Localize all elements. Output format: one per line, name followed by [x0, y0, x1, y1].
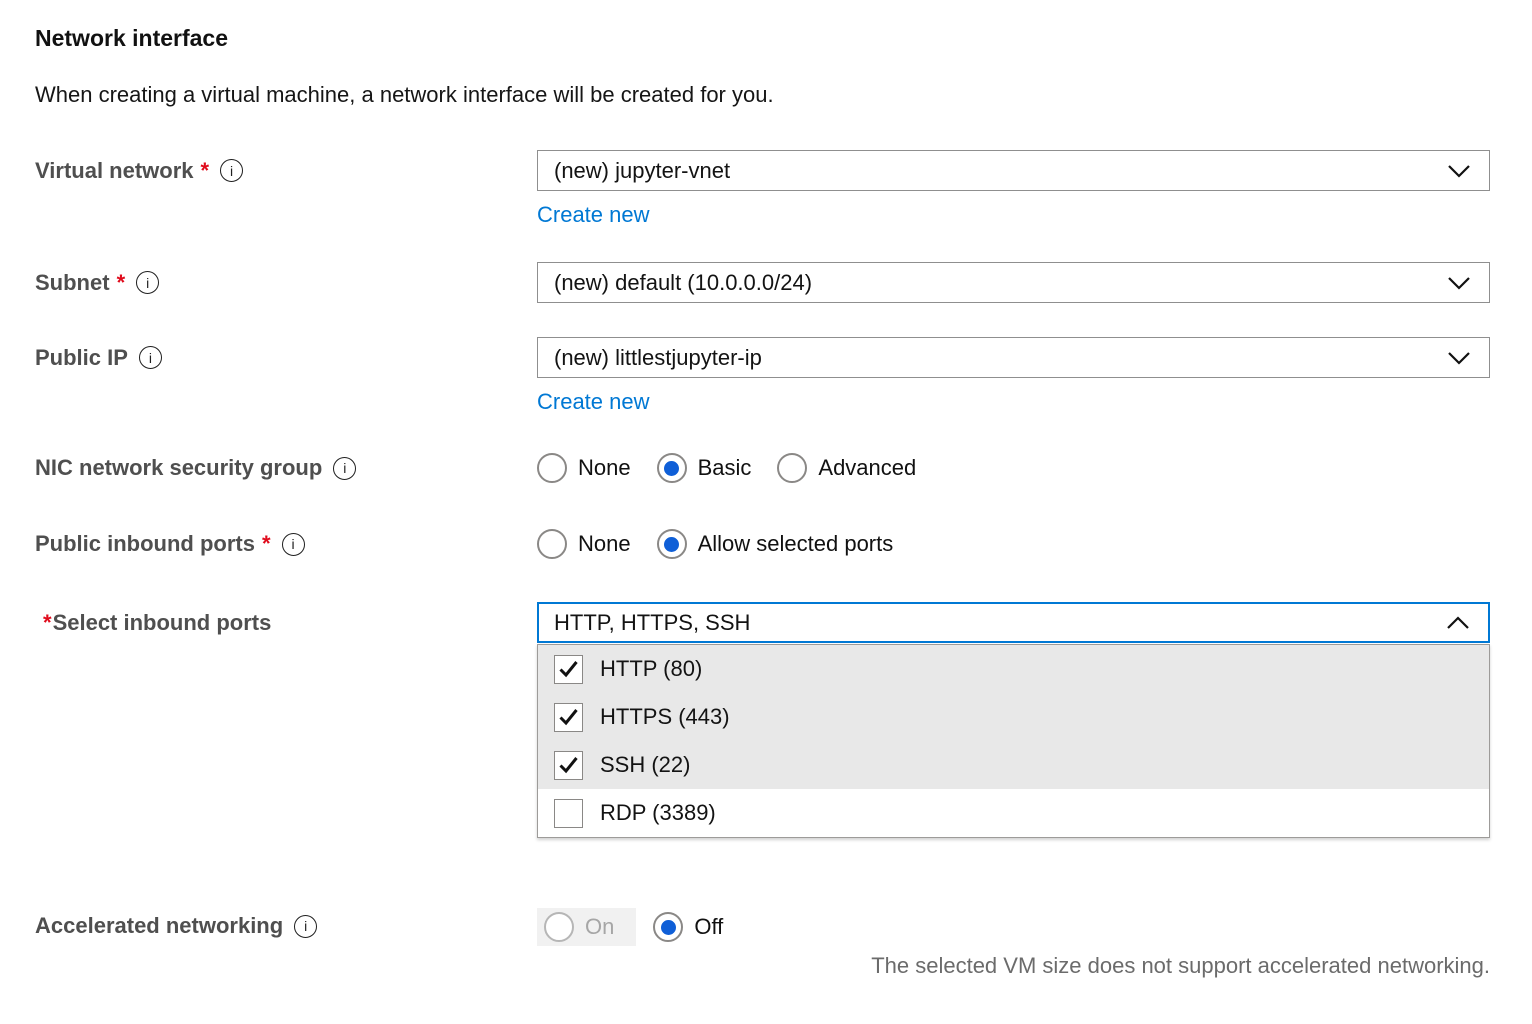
field-row-nic-nsg: NIC network security group i None Basic … — [35, 450, 1490, 486]
chevron-down-icon — [1447, 276, 1471, 290]
public-ip-dropdown[interactable]: (new) littlestjupyter-ip — [537, 337, 1490, 378]
select-inbound-ports-label-group: * Select inbound ports — [35, 602, 537, 643]
section-description: When creating a virtual machine, a netwo… — [35, 82, 1490, 108]
subnet-label-group: Subnet * i — [35, 262, 537, 303]
field-row-virtual-network: Virtual network * i (new) jupyter-vnet C… — [35, 150, 1490, 228]
checkbox-icon[interactable] — [554, 655, 583, 684]
radio-option-none[interactable]: None — [537, 529, 631, 559]
field-row-select-inbound-ports: * Select inbound ports HTTP, HTTPS, SSH … — [35, 602, 1490, 838]
accelerated-networking-label: Accelerated networking — [35, 913, 283, 939]
public-ip-label-group: Public IP i — [35, 337, 537, 378]
radio-option-none[interactable]: None — [537, 453, 631, 483]
field-row-public-ip: Public IP i (new) littlestjupyter-ip Cre… — [35, 337, 1490, 415]
chevron-down-icon — [1447, 164, 1471, 178]
virtual-network-label-group: Virtual network * i — [35, 150, 537, 191]
info-icon[interactable]: i — [220, 159, 243, 182]
required-asterisk: * — [262, 531, 271, 557]
nic-nsg-control: None Basic Advanced — [537, 450, 1490, 486]
checkbox-icon[interactable] — [554, 799, 583, 828]
radio-option-basic[interactable]: Basic — [657, 453, 752, 483]
subnet-value: (new) default (10.0.0.0/24) — [554, 270, 812, 296]
field-row-accelerated-networking: Accelerated networking i On Off The sele… — [35, 908, 1490, 979]
inbound-ports-options-panel: HTTP (80) HTTPS (443) SSH (22) — [537, 644, 1490, 838]
info-icon[interactable]: i — [333, 457, 356, 480]
radio-selected-icon — [657, 453, 687, 483]
radio-option-label: Basic — [698, 455, 752, 481]
public-ip-value: (new) littlestjupyter-ip — [554, 345, 762, 371]
radio-selected-icon — [653, 912, 683, 942]
subnet-label: Subnet — [35, 270, 110, 296]
radio-option-allow-selected-ports[interactable]: Allow selected ports — [657, 529, 894, 559]
chevron-down-icon — [1447, 351, 1471, 365]
radio-option-label: None — [578, 455, 631, 481]
radio-icon — [537, 453, 567, 483]
required-asterisk: * — [201, 158, 210, 184]
public-inbound-ports-radio-group: None Allow selected ports — [537, 526, 1490, 562]
info-icon[interactable]: i — [294, 915, 317, 938]
accelerated-networking-radio-group: On Off — [537, 908, 1490, 946]
field-row-subnet: Subnet * i (new) default (10.0.0.0/24) — [35, 262, 1490, 303]
radio-icon — [537, 529, 567, 559]
nic-nsg-label: NIC network security group — [35, 455, 322, 481]
create-new-public-ip-link[interactable]: Create new — [537, 389, 650, 414]
virtual-network-label: Virtual network — [35, 158, 194, 184]
subnet-control: (new) default (10.0.0.0/24) — [537, 262, 1490, 303]
radio-option-label: Off — [694, 914, 723, 940]
accelerated-networking-label-group: Accelerated networking i — [35, 908, 537, 944]
public-inbound-ports-label: Public inbound ports — [35, 531, 255, 557]
public-ip-control: (new) littlestjupyter-ip Create new — [537, 337, 1490, 415]
radio-option-label: Advanced — [818, 455, 916, 481]
chevron-up-icon — [1446, 616, 1470, 630]
option-label: HTTPS (443) — [600, 704, 730, 730]
required-asterisk: * — [117, 270, 126, 296]
option-label: RDP (3389) — [600, 800, 716, 826]
select-inbound-ports-control: HTTP, HTTPS, SSH HTTP (80) HTTPS (443) — [537, 602, 1490, 838]
public-ip-label: Public IP — [35, 345, 128, 371]
accelerated-networking-note: The selected VM size does not support ac… — [537, 953, 1490, 979]
option-label: SSH (22) — [600, 752, 690, 778]
accelerated-networking-control: On Off The selected VM size does not sup… — [537, 908, 1490, 979]
nic-nsg-radio-group: None Basic Advanced — [537, 450, 1490, 486]
page-title: Network interface — [35, 24, 1490, 52]
option-http-80[interactable]: HTTP (80) — [538, 645, 1489, 693]
option-label: HTTP (80) — [600, 656, 702, 682]
radio-selected-icon — [657, 529, 687, 559]
checkbox-icon[interactable] — [554, 751, 583, 780]
radio-option-label: Allow selected ports — [698, 531, 894, 557]
option-ssh-22[interactable]: SSH (22) — [538, 741, 1489, 789]
virtual-network-control: (new) jupyter-vnet Create new — [537, 150, 1490, 228]
subnet-dropdown[interactable]: (new) default (10.0.0.0/24) — [537, 262, 1490, 303]
checkbox-icon[interactable] — [554, 703, 583, 732]
info-icon[interactable]: i — [139, 346, 162, 369]
select-inbound-ports-value: HTTP, HTTPS, SSH — [554, 610, 750, 636]
radio-option-on: On — [537, 908, 636, 946]
option-https-443[interactable]: HTTPS (443) — [538, 693, 1489, 741]
radio-option-off[interactable]: Off — [653, 912, 723, 942]
virtual-network-value: (new) jupyter-vnet — [554, 158, 730, 184]
field-row-public-inbound-ports: Public inbound ports * i None Allow sele… — [35, 526, 1490, 562]
public-inbound-ports-label-group: Public inbound ports * i — [35, 526, 537, 562]
radio-option-label: On — [585, 914, 614, 940]
radio-icon — [777, 453, 807, 483]
option-rdp-3389[interactable]: RDP (3389) — [538, 789, 1489, 837]
radio-option-advanced[interactable]: Advanced — [777, 453, 916, 483]
nic-nsg-label-group: NIC network security group i — [35, 450, 537, 486]
public-inbound-ports-control: None Allow selected ports — [537, 526, 1490, 562]
create-new-virtual-network-link[interactable]: Create new — [537, 202, 650, 227]
select-inbound-ports-label: Select inbound ports — [53, 610, 272, 636]
network-interface-section: Network interface When creating a virtua… — [0, 0, 1532, 979]
radio-option-label: None — [578, 531, 631, 557]
radio-disabled-icon — [544, 912, 574, 942]
required-asterisk: * — [43, 610, 52, 636]
select-inbound-ports-combobox[interactable]: HTTP, HTTPS, SSH — [537, 602, 1490, 643]
info-icon[interactable]: i — [282, 533, 305, 556]
virtual-network-dropdown[interactable]: (new) jupyter-vnet — [537, 150, 1490, 191]
info-icon[interactable]: i — [136, 271, 159, 294]
